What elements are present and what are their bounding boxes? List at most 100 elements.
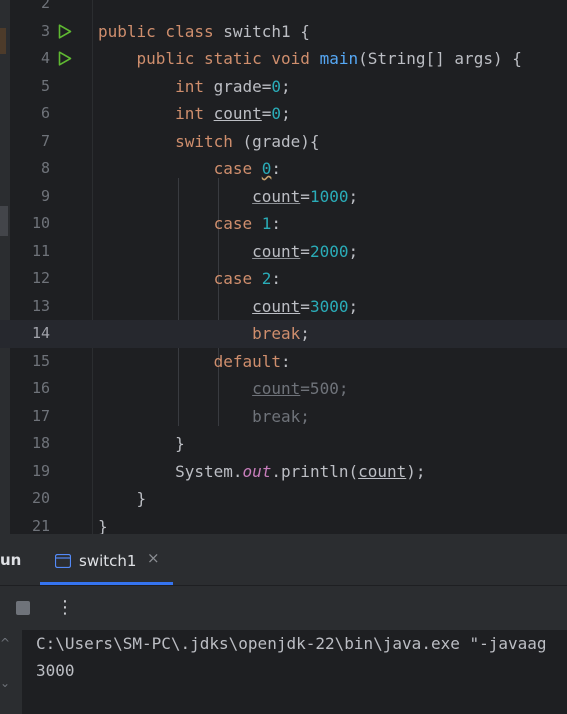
- line-number[interactable]: 16: [10, 375, 50, 403]
- line-number[interactable]: 2: [10, 0, 50, 18]
- code-text: }: [98, 485, 147, 513]
- keyword: public static void: [136, 49, 310, 68]
- number-literal: 1: [252, 214, 272, 233]
- code-line[interactable]: 9 count=1000;: [0, 183, 567, 211]
- scroll-up-icon[interactable]: ^: [0, 636, 10, 650]
- line-number[interactable]: 21: [10, 513, 50, 535]
- code-text: public class switch1 {: [98, 18, 310, 46]
- code-line[interactable]: 8 case 0:: [0, 155, 567, 183]
- code-line[interactable]: 2: [0, 0, 567, 18]
- line-number[interactable]: 15: [10, 348, 50, 376]
- code-line[interactable]: 18 }: [0, 430, 567, 458]
- number-literal: 2: [252, 269, 272, 288]
- code-line[interactable]: 21}: [0, 513, 567, 535]
- console-window-icon: [54, 553, 72, 572]
- line-number[interactable]: 20: [10, 485, 50, 513]
- code-line[interactable]: 16 count=500;: [0, 375, 567, 403]
- code-token: grade=: [203, 76, 272, 96]
- variable: count: [252, 241, 301, 261]
- tab-label: switch1: [79, 552, 137, 570]
- method-name: main: [319, 49, 359, 68]
- variable: count: [252, 186, 301, 206]
- line-number[interactable]: 9: [10, 183, 50, 211]
- code-token: :: [271, 214, 282, 233]
- code-line[interactable]: 19 System.out.println(count);: [0, 458, 567, 486]
- class-name: switch1 {: [213, 21, 310, 41]
- scroll-down-icon[interactable]: ⌄: [0, 676, 10, 690]
- keyword: switch: [175, 131, 233, 151]
- code-line[interactable]: 17 break;: [0, 403, 567, 431]
- keyword: int: [175, 76, 204, 96]
- number-literal: 2000: [309, 241, 349, 261]
- code-text: count=2000;: [98, 238, 358, 266]
- code-line[interactable]: 12 case 2:: [0, 265, 567, 293]
- code-text: count=500;: [98, 375, 348, 403]
- code-line[interactable]: 13 count=3000;: [0, 293, 567, 321]
- run-tool-window: un switch1 × ⋮ ^ ⌄ C:\Users\SM-PC\.jdks\…: [0, 534, 567, 714]
- code-text: count=1000;: [98, 183, 358, 211]
- code-token: :: [271, 159, 282, 178]
- console-command-line: C:\Users\SM-PC\.jdks\openjdk-22\bin\java…: [36, 634, 547, 653]
- code-text: int grade=0;: [98, 73, 291, 101]
- keyword: public class: [98, 21, 214, 41]
- unreachable-variable: count: [252, 379, 301, 398]
- code-text: case 1:: [98, 210, 281, 238]
- code-text: case 2:: [98, 265, 281, 293]
- code-line[interactable]: 10 case 1:: [0, 210, 567, 238]
- code-line[interactable]: 15 default:: [0, 348, 567, 376]
- tab-switch1[interactable]: switch1 ×: [40, 535, 173, 585]
- run-play-icon[interactable]: [56, 18, 74, 46]
- code-line[interactable]: 4 public static void main(String[] args)…: [0, 45, 567, 73]
- code-editor[interactable]: 2 3 public class switch1 {4 public static …: [0, 0, 567, 534]
- line-number[interactable]: 18: [10, 430, 50, 458]
- code-token: System.: [175, 461, 243, 481]
- more-options-icon[interactable]: ⋮: [56, 596, 74, 620]
- line-number[interactable]: 12: [10, 265, 50, 293]
- code-token: ;: [300, 324, 310, 343]
- line-number[interactable]: 13: [10, 293, 50, 321]
- close-icon[interactable]: ×: [147, 549, 160, 567]
- line-number[interactable]: 17: [10, 403, 50, 431]
- line-number[interactable]: 11: [10, 238, 50, 266]
- code-text: break;: [98, 320, 310, 348]
- run-toolbar: ⋮: [0, 586, 567, 630]
- line-number[interactable]: 10: [10, 210, 50, 238]
- code-token: ;: [348, 186, 359, 206]
- line-number[interactable]: 7: [10, 128, 50, 156]
- line-number[interactable]: 6: [10, 100, 50, 128]
- line-number[interactable]: 4: [10, 45, 50, 73]
- code-line[interactable]: 7 switch (grade){: [0, 128, 567, 156]
- keyword: default: [213, 351, 282, 371]
- line-number[interactable]: 14: [10, 320, 50, 348]
- keyword: int: [175, 104, 204, 123]
- line-number[interactable]: 19: [10, 458, 50, 486]
- code-line[interactable]: 20 }: [0, 485, 567, 513]
- code-token: (grade){: [232, 131, 320, 151]
- code-token: :: [281, 351, 291, 371]
- console-output[interactable]: ^ ⌄ C:\Users\SM-PC\.jdks\openjdk-22\bin\…: [0, 630, 567, 714]
- code-line[interactable]: 6 int count=0;: [0, 100, 567, 128]
- code-token: ;: [348, 296, 359, 316]
- line-number[interactable]: 3: [10, 18, 50, 46]
- variable: count: [252, 296, 301, 316]
- code-text: break;: [98, 403, 310, 431]
- run-play-icon[interactable]: [56, 45, 74, 73]
- stop-icon[interactable]: [16, 601, 30, 615]
- code-token: =: [261, 104, 272, 123]
- code-text: System.out.println(count);: [98, 458, 425, 486]
- code-line[interactable]: 5 int grade=0;: [0, 73, 567, 101]
- line-number[interactable]: 8: [10, 155, 50, 183]
- keyword: case: [213, 159, 253, 178]
- code-token: .println(: [271, 461, 359, 481]
- code-line[interactable]: 14 break;: [0, 320, 567, 348]
- line-number[interactable]: 5: [10, 73, 50, 101]
- code-text: switch (grade){: [98, 128, 320, 156]
- run-window-title: un: [0, 551, 22, 569]
- variable: count: [213, 104, 262, 123]
- code-line[interactable]: 3 public class switch1 {: [0, 18, 567, 46]
- code-text: }: [98, 513, 108, 535]
- code-token: ;: [348, 241, 359, 261]
- code-line[interactable]: 11 count=2000;: [0, 238, 567, 266]
- number-literal: 1000: [309, 186, 349, 206]
